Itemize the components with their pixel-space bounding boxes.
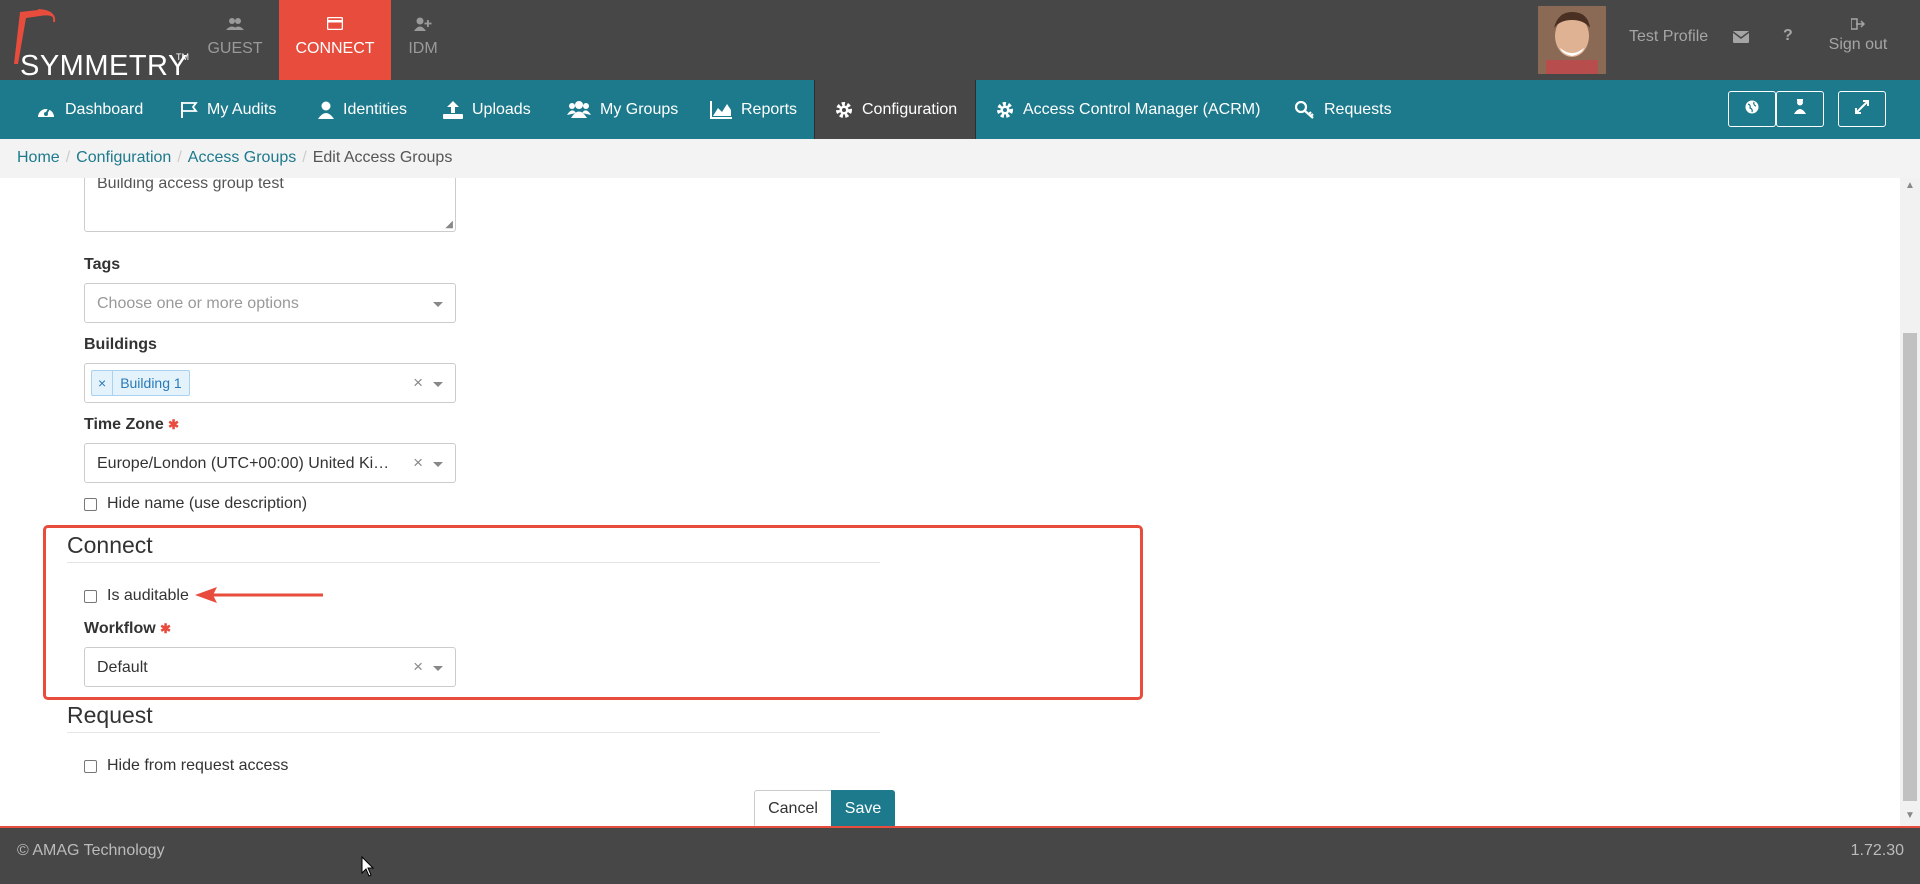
nav-reports[interactable]: Reports — [710, 80, 797, 139]
breadcrumb-current: Edit Access Groups — [312, 149, 453, 166]
fullscreen-button[interactable] — [1838, 91, 1886, 127]
divider — [67, 732, 880, 733]
form-content: Building access group test ◢ Tags Choose… — [0, 178, 1900, 826]
highlight-box — [43, 525, 1143, 700]
profile-link[interactable]: Test Profile — [1629, 28, 1708, 46]
card-icon — [279, 16, 391, 33]
nav-label: Identities — [343, 100, 408, 118]
chip-label: Building 1 — [120, 375, 182, 391]
user-icon — [318, 101, 334, 119]
tags-placeholder: Choose one or more options — [97, 295, 299, 312]
hide-name-label: Hide name (use description) — [107, 495, 308, 512]
gear-icon — [996, 101, 1014, 119]
chip-remove-icon[interactable]: × — [92, 371, 114, 395]
clear-icon[interactable]: × — [413, 453, 423, 473]
tags-select[interactable]: Choose one or more options — [84, 283, 456, 323]
nav-label: My Groups — [600, 100, 679, 118]
key-icon — [1295, 100, 1315, 119]
nav-label: Requests — [1324, 100, 1392, 118]
language-button[interactable] — [1728, 91, 1776, 127]
hide-from-request-label: Hide from request access — [107, 757, 289, 774]
group-icon — [567, 100, 591, 119]
main-nav: Dashboard My Audits Identities Uploads M… — [0, 80, 1920, 139]
breadcrumb: Home / Configuration / Access Groups / Edit Ac… — [0, 139, 1920, 178]
app-tab-label: CONNECT — [295, 40, 375, 57]
chart-icon — [710, 100, 732, 119]
brand-tm: TM — [176, 52, 189, 62]
mail-icon[interactable] — [1732, 30, 1750, 48]
app-tab-idm[interactable]: IDM — [398, 0, 448, 80]
avatar[interactable] — [1538, 6, 1606, 74]
save-button[interactable]: Save — [831, 790, 895, 828]
incognito-icon — [1794, 99, 1806, 119]
upload-icon — [443, 100, 463, 119]
dashboard-icon — [36, 102, 56, 118]
scrollbar-thumb[interactable] — [1903, 333, 1917, 801]
tags-label: Tags — [84, 256, 121, 273]
signout-button[interactable]: Sign out — [1828, 18, 1888, 54]
users-icon — [200, 17, 270, 33]
nav-label: Reports — [741, 100, 798, 118]
nav-my-groups[interactable]: My Groups — [567, 80, 678, 139]
description-value: Building access group test — [97, 178, 284, 192]
hide-from-request-checkbox[interactable] — [84, 760, 97, 773]
globe-icon — [1745, 100, 1759, 119]
required-icon: ✱ — [168, 417, 180, 432]
clear-icon[interactable]: × — [413, 373, 423, 393]
gear-icon — [835, 101, 853, 119]
nav-uploads[interactable]: Uploads — [443, 80, 531, 139]
nav-label: My Audits — [207, 100, 277, 118]
timezone-value: Europe/London (UTC+00:00) United Kingdom — [97, 455, 393, 472]
nav-requests[interactable]: Requests — [1295, 80, 1392, 139]
cancel-button[interactable]: Cancel — [754, 790, 832, 828]
buildings-label: Buildings — [84, 336, 157, 353]
app-tab-connect[interactable]: CONNECT — [279, 0, 391, 80]
version: 1.72.30 — [1850, 842, 1904, 859]
nav-dashboard[interactable]: Dashboard — [36, 80, 143, 139]
description-textarea[interactable]: Building access group test ◢ — [84, 178, 456, 232]
nav-label: Uploads — [472, 100, 531, 118]
breadcrumb-access-groups[interactable]: Access Groups — [188, 149, 296, 166]
chevron-down-icon — [433, 382, 443, 387]
breadcrumb-configuration[interactable]: Configuration — [76, 149, 171, 166]
top-bar: SYMMETRY TM GUEST CONNECT IDM Test Profi… — [0, 0, 1920, 82]
user-add-icon — [398, 17, 448, 33]
resize-handle-icon[interactable]: ◢ — [445, 219, 453, 230]
nav-label: Access Control Manager (ACRM) — [1023, 100, 1261, 118]
incognito-button[interactable] — [1776, 91, 1824, 127]
app-tab-guest[interactable]: GUEST — [200, 0, 270, 80]
scroll-down-icon[interactable]: ▼ — [1905, 810, 1915, 821]
breadcrumb-home[interactable]: Home — [17, 149, 60, 166]
scroll-up-icon[interactable]: ▲ — [1905, 180, 1915, 191]
chevron-down-icon — [433, 302, 443, 307]
nav-label: Configuration — [862, 100, 958, 118]
symmetry-logo[interactable]: SYMMETRY TM — [6, 6, 189, 82]
scrollbar[interactable]: ▲ ▼ — [1900, 178, 1920, 826]
app-tab-label: IDM — [408, 40, 438, 57]
nav-label: Dashboard — [65, 100, 144, 118]
nav-my-audits[interactable]: My Audits — [180, 80, 276, 139]
help-icon[interactable]: ? — [1783, 27, 1793, 45]
chevron-down-icon — [433, 462, 443, 467]
signout-icon — [1828, 18, 1888, 32]
mouse-cursor-icon — [361, 856, 375, 877]
brand-name: SYMMETRY — [20, 50, 188, 82]
nav-identities[interactable]: Identities — [318, 80, 407, 139]
buildings-select[interactable]: × Building 1 × — [84, 363, 456, 403]
flag-icon — [180, 101, 198, 119]
hide-name-checkbox[interactable] — [84, 498, 97, 511]
signout-label: Sign out — [1828, 36, 1888, 53]
copyright: © AMAG Technology — [17, 842, 165, 859]
timezone-label: Time Zone ✱ — [84, 416, 180, 433]
request-section-title: Request — [67, 702, 153, 728]
nav-configuration[interactable]: Configuration — [814, 80, 976, 139]
app-tab-label: GUEST — [207, 40, 263, 57]
building-chip: × Building 1 — [91, 370, 190, 396]
nav-acrm[interactable]: Access Control Manager (ACRM) — [996, 80, 1260, 139]
expand-icon — [1855, 99, 1869, 119]
footer: © AMAG Technology 1.72.30 — [0, 826, 1920, 884]
timezone-select[interactable]: Europe/London (UTC+00:00) United Kingdom… — [84, 443, 456, 483]
